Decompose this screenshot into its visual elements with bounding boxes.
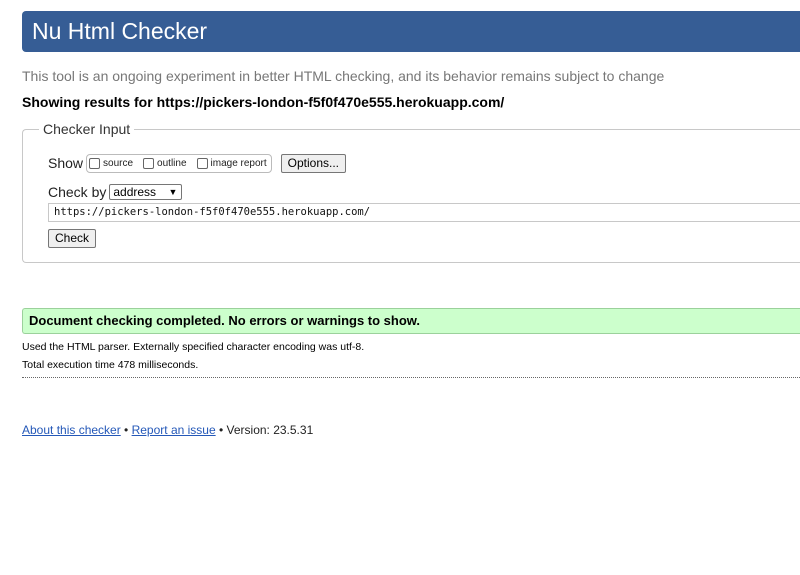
show-source-option[interactable]: source [89, 157, 134, 169]
check-by-value: address [113, 185, 157, 199]
show-outline-option[interactable]: outline [143, 157, 187, 169]
image-report-label: image report [210, 157, 267, 169]
chevron-down-icon: ▼ [168, 186, 178, 197]
outline-checkbox[interactable] [143, 157, 155, 169]
url-input[interactable]: https://pickers-london-f5f0f470e555.hero… [48, 203, 800, 222]
options-button[interactable]: Options... [280, 153, 347, 173]
show-label: Show [48, 155, 84, 171]
intro-text: This tool is an ongoing experiment in be… [22, 68, 665, 84]
page-header: Nu Html Checker [22, 11, 800, 52]
source-checkbox[interactable] [89, 157, 101, 169]
about-link[interactable]: About this checker [22, 423, 121, 437]
checker-input-legend: Checker Input [43, 121, 131, 137]
success-message: Document checking completed. No errors o… [22, 308, 800, 334]
check-button[interactable]: Check [48, 229, 97, 248]
image-report-checkbox[interactable] [196, 157, 208, 169]
version-text: • Version: 23.5.31 [215, 423, 314, 437]
results-for-heading: Showing results for https://pickers-lond… [22, 94, 505, 110]
report-issue-link[interactable]: Report an issue [132, 423, 216, 437]
check-by-label: Check by [48, 184, 107, 200]
page-title: Nu Html Checker [32, 18, 208, 44]
check-by-select[interactable]: address ▼ [109, 184, 183, 200]
show-image-report-option[interactable]: image report [196, 157, 267, 169]
outline-label: outline [157, 157, 187, 169]
execution-time: Total execution time 478 milliseconds. [22, 359, 199, 371]
source-label: source [103, 157, 134, 169]
show-options-row: Show source outline image report Options… [48, 153, 347, 173]
footer: About this checker • Report an issue • V… [22, 423, 313, 437]
parser-info: Used the HTML parser. Externally specifi… [22, 341, 365, 353]
show-options-group: source outline image report [86, 153, 272, 173]
footer-separator: • [120, 423, 132, 437]
divider [22, 377, 800, 378]
check-by-row: Check by address ▼ [48, 182, 183, 202]
